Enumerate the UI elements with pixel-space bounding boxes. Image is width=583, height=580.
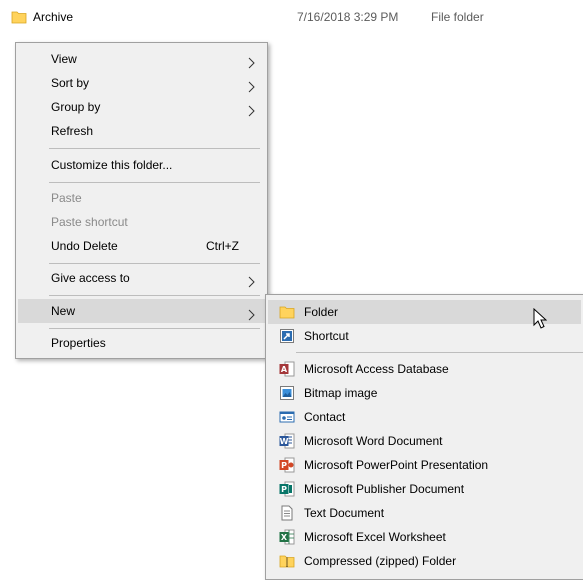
menu-item-give-access[interactable]: Give access to xyxy=(18,266,265,290)
menu-item-label: Undo Delete xyxy=(51,239,118,253)
submenu-item-powerpoint[interactable]: P Microsoft PowerPoint Presentation xyxy=(268,453,581,477)
menu-item-label: Customize this folder... xyxy=(51,158,173,172)
submenu-item-contact[interactable]: Contact xyxy=(268,405,581,429)
svg-text:P: P xyxy=(281,485,287,494)
powerpoint-icon: P xyxy=(279,457,295,473)
folder-icon xyxy=(279,304,295,320)
menu-item-label: Refresh xyxy=(51,124,94,138)
menu-separator xyxy=(49,263,260,264)
mouse-pointer-icon xyxy=(533,307,548,333)
menu-item-label: Group by xyxy=(51,100,101,114)
menu-item-label: Properties xyxy=(51,336,106,350)
file-date-modified: 7/16/2018 3:29 PM xyxy=(297,10,399,24)
svg-text:A: A xyxy=(281,365,288,374)
menu-item-new[interactable]: New xyxy=(18,299,265,323)
file-type: File folder xyxy=(431,10,484,24)
submenu-item-access-database[interactable]: A Microsoft Access Database xyxy=(268,357,581,381)
submenu-item-publisher[interactable]: P Microsoft Publisher Document xyxy=(268,477,581,501)
menu-item-group-by[interactable]: Group by xyxy=(18,95,265,119)
submenu-item-label: Text Document xyxy=(304,506,385,520)
submenu-item-label: Microsoft PowerPoint Presentation xyxy=(304,458,489,472)
menu-item-properties[interactable]: Properties xyxy=(18,331,265,355)
menu-item-label: Give access to xyxy=(51,271,130,285)
menu-item-customize-folder[interactable]: Customize this folder... xyxy=(18,153,265,177)
bitmap-icon xyxy=(279,385,295,401)
menu-item-label: Paste shortcut xyxy=(51,215,128,229)
menu-item-label: View xyxy=(51,52,77,66)
menu-item-paste-shortcut: Paste shortcut xyxy=(18,210,265,234)
keyboard-shortcut: Ctrl+Z xyxy=(206,239,239,253)
submenu-item-zip-folder[interactable]: Compressed (zipped) Folder xyxy=(268,549,581,573)
file-name: Archive xyxy=(33,10,74,24)
menu-separator xyxy=(49,182,260,183)
menu-separator xyxy=(49,295,260,296)
menu-item-undo-delete[interactable]: Undo Delete Ctrl+Z xyxy=(18,234,265,258)
new-submenu: Folder Shortcut A Microsoft Access Datab… xyxy=(265,294,583,580)
chevron-right-icon xyxy=(248,305,256,329)
submenu-item-label: Microsoft Word Document xyxy=(304,434,443,448)
shortcut-icon xyxy=(279,328,295,344)
zip-folder-icon xyxy=(279,553,295,569)
svg-text:X: X xyxy=(281,533,288,542)
publisher-icon: P xyxy=(279,481,295,497)
menu-item-label: Paste xyxy=(51,191,82,205)
menu-item-view[interactable]: View xyxy=(18,47,265,71)
access-icon: A xyxy=(279,361,295,377)
menu-item-label: Sort by xyxy=(51,76,90,90)
chevron-right-icon xyxy=(248,272,256,296)
menu-item-refresh[interactable]: Refresh xyxy=(18,119,265,143)
contact-icon xyxy=(279,409,295,425)
submenu-item-excel-worksheet[interactable]: X Microsoft Excel Worksheet xyxy=(268,525,581,549)
submenu-item-label: Folder xyxy=(304,305,339,319)
submenu-item-label: Microsoft Access Database xyxy=(304,362,449,376)
context-menu: View Sort by Group by Refresh Customize … xyxy=(15,42,268,359)
submenu-item-bitmap-image[interactable]: Bitmap image xyxy=(268,381,581,405)
submenu-item-text-document[interactable]: Text Document xyxy=(268,501,581,525)
submenu-item-word-document[interactable]: W Microsoft Word Document xyxy=(268,429,581,453)
submenu-separator xyxy=(296,352,583,353)
excel-icon: X xyxy=(279,529,295,545)
submenu-item-label: Shortcut xyxy=(304,329,349,343)
menu-separator xyxy=(49,328,260,329)
submenu-item-label: Compressed (zipped) Folder xyxy=(304,554,457,568)
word-icon: W xyxy=(279,433,295,449)
submenu-item-label: Contact xyxy=(304,410,346,424)
file-row-archive[interactable]: Archive 7/16/2018 3:29 PM File folder xyxy=(0,0,583,36)
menu-item-label: New xyxy=(51,304,76,318)
text-document-icon xyxy=(279,505,295,521)
svg-text:W: W xyxy=(280,437,289,446)
submenu-item-label: Bitmap image xyxy=(304,386,378,400)
menu-separator xyxy=(49,148,260,149)
menu-item-sort-by[interactable]: Sort by xyxy=(18,71,265,95)
svg-text:P: P xyxy=(281,461,287,470)
menu-item-paste: Paste xyxy=(18,186,265,210)
submenu-item-label: Microsoft Publisher Document xyxy=(304,482,465,496)
folder-icon xyxy=(11,9,27,28)
submenu-item-label: Microsoft Excel Worksheet xyxy=(304,530,446,544)
